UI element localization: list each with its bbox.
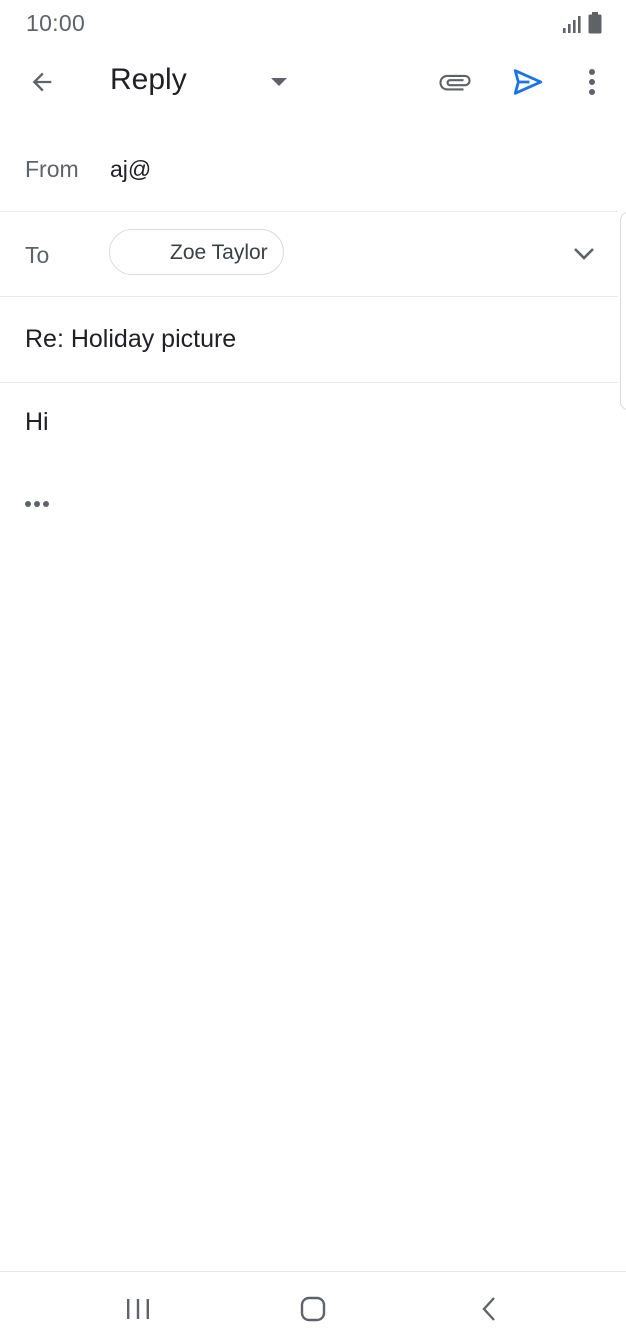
recents-icon <box>127 1299 149 1319</box>
attachment-icon <box>439 74 471 91</box>
to-label: To <box>25 242 50 268</box>
reply-type-dropdown[interactable] <box>258 58 300 106</box>
back-button[interactable] <box>18 58 66 106</box>
battery-icon <box>588 12 602 34</box>
from-label: From <box>25 156 79 182</box>
from-row[interactable]: From aj@ <box>0 126 618 212</box>
from-value[interactable]: aj@ <box>110 156 151 183</box>
to-row[interactable]: To Zoe Taylor <box>0 212 618 297</box>
attach-button[interactable] <box>430 58 480 106</box>
recipient-chip-label: Zoe Taylor <box>170 241 268 264</box>
chevron-down-icon <box>574 248 594 260</box>
expand-recipients-button[interactable] <box>562 230 606 278</box>
dropdown-arrow-icon <box>271 78 287 86</box>
navigation-bar <box>0 1271 626 1344</box>
status-bar: 10:00 <box>0 0 626 48</box>
message-body[interactable]: Hi <box>25 408 49 437</box>
status-time: 10:00 <box>26 10 86 36</box>
subject-row[interactable]: Re: Holiday picture <box>0 297 618 383</box>
app-bar: Reply <box>0 48 626 116</box>
home-icon <box>300 1296 326 1322</box>
send-icon <box>513 69 543 95</box>
recipient-chip[interactable]: Zoe Taylor <box>109 229 284 275</box>
home-button[interactable] <box>288 1286 338 1332</box>
ellipsis-icon <box>25 501 49 507</box>
recents-button[interactable] <box>112 1286 164 1332</box>
send-button[interactable] <box>504 58 552 106</box>
scrollbar[interactable] <box>620 212 626 410</box>
subject-field[interactable]: Re: Holiday picture <box>25 325 236 354</box>
show-quoted-text-button[interactable] <box>20 490 56 518</box>
status-icons <box>562 12 602 34</box>
more-options-button[interactable] <box>570 58 614 106</box>
compose-screen: 10:00 Reply From aj@ To Zoe Taylor Re: H… <box>0 0 626 1344</box>
signal-icon <box>563 16 581 33</box>
nav-back-icon <box>482 1297 495 1321</box>
more-vert-icon <box>589 69 595 95</box>
nav-back-button[interactable] <box>464 1286 514 1332</box>
back-arrow-icon <box>32 72 52 92</box>
reply-title: Reply <box>110 63 187 96</box>
